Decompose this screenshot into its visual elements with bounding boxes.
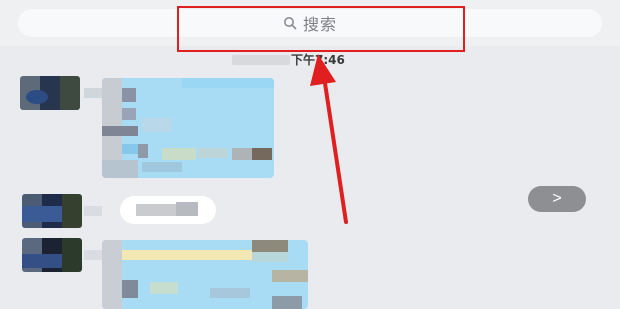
blurred-date xyxy=(232,55,290,65)
message-bubble-text[interactable] xyxy=(120,196,216,224)
message-timestamp: 下午7:46 xyxy=(291,53,345,67)
avatar[interactable] xyxy=(22,238,82,272)
search-highlight-annotation xyxy=(177,6,465,52)
timestamp-row: 下午7:46 xyxy=(0,50,620,68)
message-bubble-image[interactable] xyxy=(102,78,274,178)
sender-name-blur xyxy=(84,250,102,260)
sender-name-blur xyxy=(84,88,104,98)
sender-name-blur xyxy=(84,206,102,216)
avatar[interactable] xyxy=(22,194,82,228)
avatar[interactable] xyxy=(20,76,80,110)
next-button[interactable]: > xyxy=(528,186,586,212)
message-bubble-image[interactable] xyxy=(102,240,308,309)
